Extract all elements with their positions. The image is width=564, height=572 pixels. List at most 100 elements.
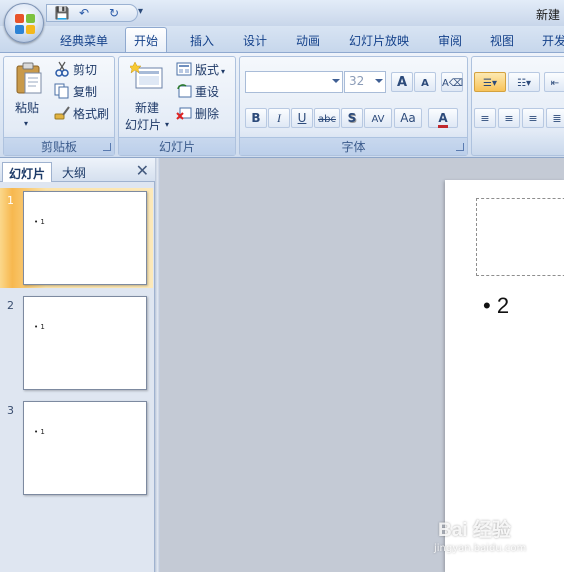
justify-button[interactable]: ≣ — [546, 108, 564, 128]
office-button[interactable] — [4, 3, 44, 43]
tab-design[interactable]: 设计 — [243, 32, 267, 49]
align-center-icon: ≡ — [504, 112, 514, 125]
thumb-text: • 1 — [34, 323, 45, 331]
font-name-chevron-down-icon — [332, 79, 340, 83]
tab-outline[interactable]: 大纲 — [56, 162, 92, 182]
align-left-button[interactable]: ≡ — [474, 108, 496, 128]
paste-button[interactable]: 粘贴 ▾ — [8, 60, 50, 132]
delete-label: 删除 — [195, 107, 220, 121]
layout-dropdown-icon: ▾ — [221, 67, 226, 76]
customize-qat-chevron-icon[interactable]: ▾ — [138, 6, 143, 17]
tab-slideshow[interactable]: 幻灯片放映 — [349, 32, 409, 49]
slide-thumbnail-1[interactable]: 1 • 1 — [0, 188, 153, 288]
slide-preview: • 1 — [23, 296, 147, 390]
copy-button[interactable]: 复制 — [54, 82, 97, 102]
change-case-icon: Aa — [400, 111, 416, 125]
new-slide-icon — [130, 62, 163, 89]
font-name-combo[interactable] — [245, 71, 343, 93]
font-color-icon: A — [438, 111, 448, 128]
new-slide-button[interactable]: 新建 幻灯片 ▾ — [122, 60, 172, 134]
watermark-sub: jingyan.baidu.com — [434, 543, 527, 554]
paragraph-group: ☰▾ ☷▾ ⇤ ≡ ≡ ≡ ≣ — [471, 56, 564, 156]
clear-format-button[interactable]: A⌫ — [441, 72, 463, 92]
slides-group: 新建 幻灯片 ▾ 版式 ▾ 重设 删除 幻灯片 — [118, 56, 236, 156]
decrease-indent-icon: ⇤ — [550, 78, 560, 89]
grow-font-button[interactable]: A — [391, 72, 413, 92]
align-left-icon: ≡ — [480, 112, 490, 125]
thumb-text: • 1 — [34, 428, 45, 436]
reset-icon — [176, 83, 192, 99]
tab-classic-menu[interactable]: 经典菜单 — [60, 32, 108, 49]
layout-label: 版式 — [195, 63, 220, 77]
slide-bullet-text[interactable]: • 2 — [483, 293, 509, 319]
font-group-label: 字体 — [240, 137, 467, 155]
underline-icon: U — [297, 111, 307, 125]
bold-icon: B — [251, 111, 261, 125]
paste-icon — [16, 62, 42, 94]
font-size-value: 32 — [349, 74, 365, 88]
slides-group-label: 幻灯片 — [119, 137, 235, 155]
font-size-combo[interactable]: 32 — [344, 71, 386, 93]
bullet-value: 2 — [496, 293, 510, 318]
align-center-button[interactable]: ≡ — [498, 108, 520, 128]
justify-icon: ≣ — [552, 112, 562, 125]
font-size-chevron-down-icon — [375, 79, 383, 83]
shadow-button[interactable]: S — [341, 108, 363, 128]
slide-thumbnail-2[interactable]: 2 • 1 — [0, 293, 153, 393]
slide-thumbnail-3[interactable]: 3 • 1 — [0, 398, 153, 498]
tab-home[interactable]: 开始 — [125, 27, 168, 53]
window-title: 新建 — [536, 8, 561, 22]
delete-button[interactable]: 删除 — [176, 104, 219, 124]
align-right-icon: ≡ — [528, 112, 538, 125]
new-slide-dropdown-icon: ▾ — [165, 120, 170, 129]
align-right-button[interactable]: ≡ — [522, 108, 544, 128]
scissors-icon — [54, 61, 70, 77]
bullets-icon: ☰▾ — [483, 78, 497, 89]
watermark-main: Bai 经验 — [438, 520, 511, 541]
panel-tabs: 幻灯片 大纲 ✕ — [0, 158, 155, 182]
bullets-button[interactable]: ☰▾ — [474, 72, 506, 92]
underline-button[interactable]: U — [291, 108, 313, 128]
clipboard-group: 粘贴 ▾ 剪切 复制 格式刷 剪贴板 — [3, 56, 115, 156]
paste-label: 粘贴 — [15, 101, 40, 115]
ribbon: 粘贴 ▾ 剪切 复制 格式刷 剪贴板 新建 幻灯片 ▾ 版式 ▾ 重设 删除 幻… — [0, 52, 564, 158]
clipboard-launcher-icon[interactable] — [103, 143, 111, 151]
new-slide-label-2: 幻灯片 — [125, 118, 162, 132]
strikethrough-button[interactable]: abc — [314, 108, 340, 128]
quick-access-toolbar: 💾 ↶ ↻ — [46, 4, 138, 22]
redo-icon[interactable]: ↻ — [105, 6, 123, 20]
format-painter-button[interactable]: 格式刷 — [54, 104, 109, 124]
office-logo-icon — [15, 14, 35, 34]
format-painter-label: 格式刷 — [73, 107, 110, 121]
font-launcher-icon[interactable] — [456, 143, 464, 151]
cut-button[interactable]: 剪切 — [54, 60, 97, 80]
grow-font-icon: A — [396, 75, 408, 90]
watermark-logo: Bai 经验 jingyan.baidu.com — [432, 509, 564, 561]
bold-button[interactable]: B — [245, 108, 267, 128]
decrease-indent-button[interactable]: ⇤ — [544, 72, 564, 92]
slide-number: 2 — [7, 299, 14, 312]
reset-button[interactable]: 重设 — [176, 82, 219, 102]
italic-button[interactable]: I — [268, 108, 290, 128]
close-icon[interactable]: ✕ — [136, 161, 149, 180]
font-color-button[interactable]: A — [428, 108, 458, 128]
paste-dropdown-icon: ▾ — [24, 119, 29, 128]
save-icon[interactable]: 💾 — [53, 6, 71, 20]
delete-icon — [176, 105, 192, 121]
undo-icon[interactable]: ↶ — [75, 6, 93, 20]
title-placeholder[interactable] — [476, 198, 564, 276]
char-spacing-button[interactable]: AV — [364, 108, 392, 128]
layout-button[interactable]: 版式 ▾ — [176, 60, 225, 80]
tab-view[interactable]: 视图 — [490, 32, 514, 49]
new-slide-label-1: 新建 — [135, 101, 160, 115]
italic-icon: I — [277, 111, 281, 125]
change-case-button[interactable]: Aa — [394, 108, 422, 128]
tab-review[interactable]: 审阅 — [438, 32, 462, 49]
shadow-icon: S — [347, 111, 357, 125]
tab-animation[interactable]: 动画 — [296, 32, 320, 49]
tab-slides[interactable]: 幻灯片 — [2, 162, 53, 182]
tab-developer[interactable]: 开发 — [542, 32, 564, 49]
tab-insert[interactable]: 插入 — [190, 32, 214, 49]
numbering-button[interactable]: ☷▾ — [508, 72, 540, 92]
shrink-font-button[interactable]: A — [414, 72, 436, 92]
